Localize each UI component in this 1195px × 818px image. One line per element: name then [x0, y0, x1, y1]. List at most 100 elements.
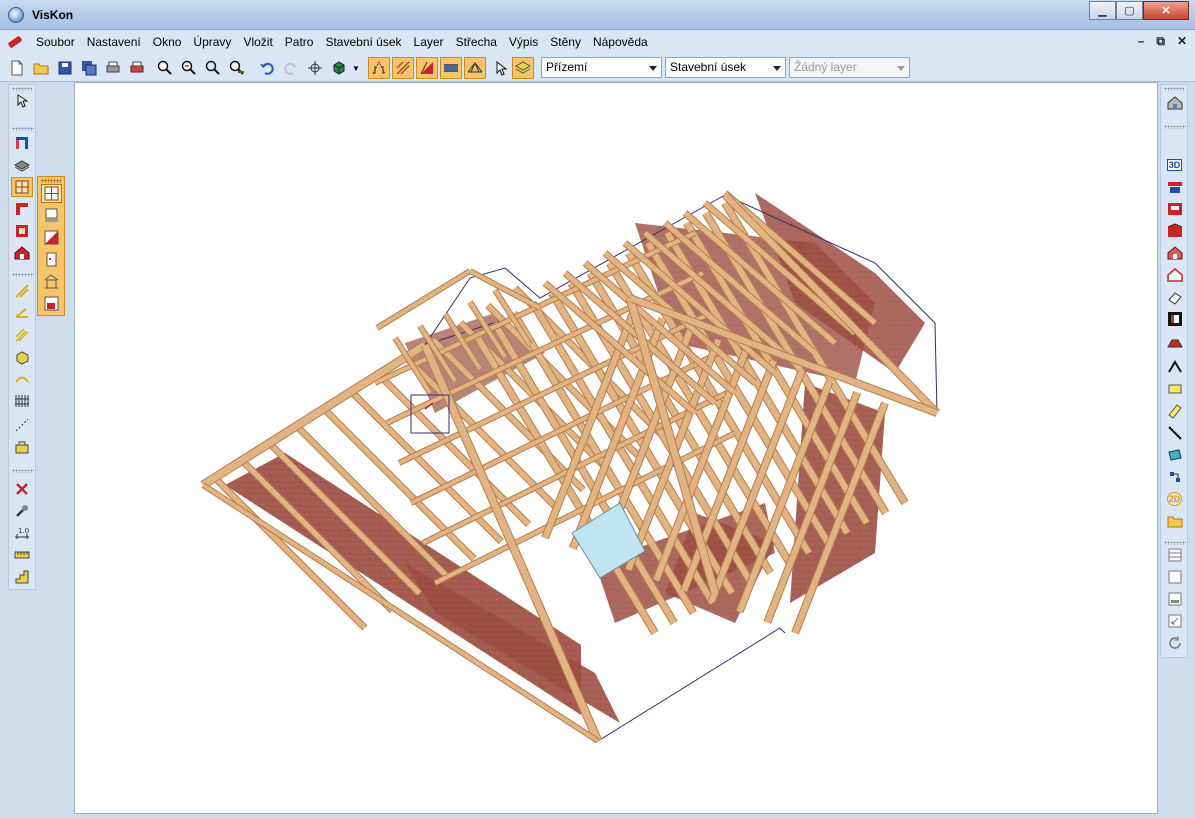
roof-shape-button[interactable] [1164, 333, 1185, 353]
redo-button[interactable] [280, 57, 302, 79]
roof-tool-1-button[interactable] [368, 57, 390, 79]
frame-button[interactable] [1164, 309, 1185, 329]
panel-button[interactable] [1164, 445, 1185, 465]
window-tool-button[interactable] [11, 177, 33, 197]
layers-button[interactable] [512, 57, 534, 79]
roof-edit-button[interactable] [1164, 265, 1185, 285]
menu-patro[interactable]: Patro [279, 30, 320, 54]
wall-tool-button[interactable] [11, 133, 33, 153]
floor-select[interactable]: Přízemí [541, 57, 662, 78]
door-tool-button[interactable] [11, 199, 33, 219]
slab-tool-button[interactable] [11, 155, 33, 175]
beam-button[interactable] [1164, 401, 1185, 421]
undo-button[interactable] [256, 57, 278, 79]
elevation-view-button[interactable] [1164, 221, 1185, 241]
menu-napoveda[interactable]: Nápověda [587, 30, 654, 54]
roof-tool-3-button[interactable] [416, 57, 438, 79]
polyline-button[interactable] [1164, 357, 1185, 377]
menu-nastaveni[interactable]: Nastavení [81, 30, 147, 54]
box-tool-button[interactable] [11, 347, 33, 367]
window-type-6-button[interactable] [41, 294, 62, 313]
measure-tool-button[interactable] [11, 415, 33, 435]
page-layout-button[interactable] [1164, 589, 1185, 609]
roof-tool-5-button[interactable] [464, 57, 486, 79]
menu-upravy[interactable]: Úpravy [187, 30, 237, 54]
flyout-grip[interactable] [41, 179, 61, 183]
menu-vypis[interactable]: Výpis [503, 30, 544, 54]
doc-close-icon[interactable]: ✕ [1177, 34, 1187, 49]
crosshair-button[interactable] [304, 57, 326, 79]
window-type-1-button[interactable] [41, 184, 62, 203]
section-select[interactable]: Stavební úsek [665, 57, 786, 78]
menu-layer[interactable]: Layer [408, 30, 450, 54]
house-view-button[interactable] [1164, 93, 1185, 113]
delete-tool-button[interactable] [11, 479, 33, 499]
render-3d-button[interactable] [328, 57, 350, 79]
roof-tool-button[interactable] [11, 243, 33, 263]
fence-tool-button[interactable] [11, 391, 33, 411]
zoom-window-button[interactable] [202, 57, 224, 79]
view-3d-button[interactable]: 3D [1164, 155, 1185, 175]
menu-steny[interactable]: Stěny [544, 30, 587, 54]
dimension-value-tool-button[interactable]: 1.0 [11, 523, 33, 543]
maximize-button[interactable]: ▢ [1116, 1, 1143, 20]
diagonal-line-button[interactable] [1164, 423, 1185, 443]
menu-vlozit[interactable]: Vložit [237, 30, 278, 54]
modify-tool-button[interactable] [11, 501, 33, 521]
hatch-tool-button[interactable] [11, 325, 33, 345]
document-menu-icon[interactable] [6, 34, 24, 50]
open-project-button[interactable] [1164, 511, 1185, 531]
zoom-out-button[interactable] [178, 57, 200, 79]
new-file-button[interactable] [6, 57, 28, 79]
svg-text:1.0: 1.0 [18, 527, 29, 535]
print-button[interactable] [102, 57, 124, 79]
arc-tool-button[interactable] [11, 369, 33, 389]
window-type-4-button[interactable] [41, 250, 62, 269]
save-button[interactable] [54, 57, 76, 79]
connector-button[interactable] [1164, 467, 1185, 487]
window-type-3-button[interactable] [41, 228, 62, 247]
rectangle-button[interactable] [1164, 379, 1185, 399]
close-button[interactable]: ✕ [1143, 1, 1189, 20]
open-file-button[interactable] [30, 57, 52, 79]
save-all-button[interactable] [78, 57, 100, 79]
ruler-tool-button[interactable] [11, 545, 33, 565]
toolbar-grip[interactable] [1164, 87, 1184, 91]
zoom-all-button[interactable] [226, 57, 248, 79]
select-tool-button[interactable] [11, 91, 33, 111]
roof-3d-model[interactable] [75, 83, 1158, 814]
select-pointer-button[interactable] [490, 57, 512, 79]
main-toolbar: ▼ Přízemí Stavební úsek Žádný layer [0, 54, 1195, 82]
stairs-tool-button[interactable] [11, 567, 33, 587]
opening-tool-button[interactable] [11, 221, 33, 241]
menu-okno[interactable]: Okno [147, 30, 188, 54]
menu-strecha[interactable]: Střecha [450, 30, 503, 54]
window-type-5-button[interactable] [41, 272, 62, 291]
render-dropdown-button[interactable]: ▼ [349, 57, 363, 79]
dimension-tool-button[interactable] [11, 303, 33, 323]
menu-soubor[interactable]: Soubor [30, 30, 81, 54]
eraser-button[interactable] [1164, 287, 1185, 307]
refresh-button[interactable] [1164, 633, 1185, 653]
viskon-app-icon[interactable] [8, 7, 24, 23]
roof-tool-4-button[interactable] [440, 57, 462, 79]
minimize-button[interactable]: ▁ [1089, 1, 1116, 20]
menu-stavebni-usek[interactable]: Stavební úsek [319, 30, 407, 54]
layer-select[interactable]: Žádný layer [789, 57, 910, 78]
doc-minimize-icon[interactable]: – [1138, 34, 1145, 49]
line-tool-button[interactable] [11, 281, 33, 301]
3d-viewport[interactable] [74, 82, 1158, 814]
section-view-button[interactable] [1164, 199, 1185, 219]
print-preview-button[interactable] [126, 57, 148, 79]
object-tool-button[interactable] [11, 437, 33, 457]
blank-page-button[interactable] [1164, 567, 1185, 587]
floor-plan-button[interactable] [1164, 177, 1185, 197]
view-2d-button[interactable]: 2D [1164, 489, 1185, 509]
roof-view-button[interactable] [1164, 243, 1185, 263]
roof-tool-2-button[interactable] [392, 57, 414, 79]
resize-button[interactable] [1164, 611, 1185, 631]
zoom-in-button[interactable] [154, 57, 176, 79]
list-view-button[interactable] [1164, 545, 1185, 565]
window-type-2-button[interactable] [41, 206, 62, 225]
doc-restore-icon[interactable]: ⧉ [1156, 34, 1165, 49]
